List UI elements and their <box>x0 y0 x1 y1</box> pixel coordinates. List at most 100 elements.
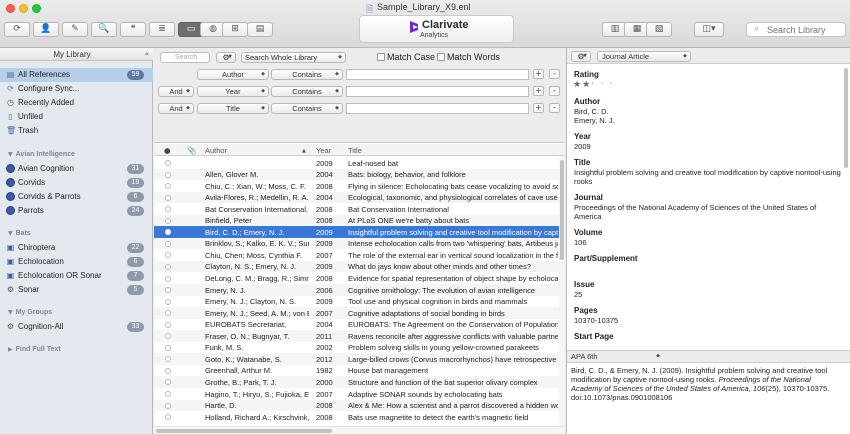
format-bibliography-button[interactable]: ≣ <box>149 22 175 37</box>
search-operator-select[interactable]: Contains ◆ <box>271 103 343 114</box>
add-search-row-button[interactable]: + <box>533 86 544 96</box>
integrated-library-mode-button[interactable]: ⊞ <box>222 22 248 37</box>
table-row[interactable]: Clayton, N. S.; Emery, N. J. 2009 What do … <box>154 260 559 273</box>
field-value[interactable]: Bird, C. D. Emery, N. J. <box>574 107 842 125</box>
table-row[interactable]: Allen, Glover M. 2004 Bats: biology, behav… <box>154 168 559 181</box>
list-horizontal-scrollbar[interactable] <box>154 426 565 434</box>
read-status-icon[interactable] <box>165 298 171 305</box>
search-operator-select[interactable]: Contains ◆ <box>271 86 343 97</box>
read-status-icon[interactable] <box>165 356 171 363</box>
column-header-year[interactable]: Year <box>316 146 331 155</box>
read-status-icon[interactable] <box>165 194 171 201</box>
boolean-operator-select[interactable]: And ◆ <box>158 86 194 97</box>
my-library-header[interactable]: My Library « <box>0 48 153 61</box>
table-row[interactable]: Emery, N. J.; Seed, A. M.; von Bayern, A… <box>154 307 559 319</box>
table-row[interactable]: Hagino, T.; Hiryu, S.; Fujioka, E. 2007 Ad… <box>154 388 559 400</box>
minimize-window-button[interactable] <box>19 4 28 13</box>
group-set-my-groups[interactable]: ▼ My Groups <box>8 309 52 316</box>
list-vertical-scrollbar[interactable] <box>559 156 565 426</box>
sidebar-item-chiroptera[interactable]: ▣ Chiroptera 22 <box>0 241 153 255</box>
sidebar-item-parrots[interactable]: Parrots 24 <box>0 204 153 218</box>
table-row[interactable]: Bird, C. D.; Emery, N. J. 2009 Insightful … <box>154 226 559 238</box>
search-field-select[interactable]: Author ◆ <box>197 69 269 80</box>
add-reference-button[interactable]: 👤 <box>33 22 59 37</box>
reference-panel-scrollbar[interactable] <box>843 65 849 350</box>
star-filled-icon[interactable]: ★ <box>573 80 581 90</box>
library-search-input[interactable] <box>767 24 843 35</box>
find-fulltext-button[interactable]: 🔍 <box>91 22 117 37</box>
star-filled-icon[interactable]: ★ <box>582 80 590 90</box>
sidebar-item-corvids[interactable]: Corvids 19 <box>0 176 153 190</box>
collapse-sidebar-icon[interactable]: « <box>145 50 149 58</box>
read-status-icon[interactable] <box>165 275 171 282</box>
sidebar-item-cognition-all[interactable]: ⚙ Cognition-All 33 <box>0 320 153 334</box>
close-window-button[interactable] <box>6 4 15 13</box>
field-value[interactable]: 106 <box>574 238 842 247</box>
search-options-menu[interactable]: ⚙ ▼ <box>216 52 236 63</box>
search-field-select[interactable]: Title ◆ <box>197 103 269 114</box>
read-status-icon[interactable] <box>165 391 171 397</box>
read-status-icon[interactable] <box>165 379 171 386</box>
search-operator-select[interactable]: Contains ◆ <box>271 69 343 80</box>
read-status-icon[interactable] <box>165 240 171 247</box>
edit-reference-button[interactable]: ✎ <box>62 22 88 37</box>
read-status-icon[interactable] <box>165 183 171 190</box>
sync-button[interactable]: ⟳ <box>4 22 30 37</box>
reference-options-menu[interactable]: ⚙ ▼ <box>571 51 591 62</box>
output-style-select[interactable]: APA 6th ◆ <box>569 352 663 363</box>
field-value[interactable]: Insightful problem solving and creative … <box>574 168 842 186</box>
remove-search-row-button[interactable]: - <box>549 103 560 113</box>
export-button[interactable]: ▤ <box>247 22 273 37</box>
scrollbar-thumb[interactable] <box>844 68 848 168</box>
table-row[interactable]: DeLong, C. M.; Bragg, R.; Simmons, J. A.… <box>154 273 559 285</box>
attachment-column-icon[interactable]: 📎 <box>187 146 196 155</box>
read-status-icon[interactable] <box>165 333 171 340</box>
column-header-title[interactable]: Title <box>348 146 362 155</box>
remove-search-row-button[interactable]: - <box>549 86 560 96</box>
read-status-icon[interactable] <box>165 206 171 213</box>
sidebar-item-corvids-parrots[interactable]: Corvids & Parrots 6 <box>0 190 153 204</box>
add-search-row-button[interactable]: + <box>533 69 544 79</box>
rating-stars[interactable]: ★★· · · <box>573 79 619 90</box>
layout-button[interactable]: ◫▾ <box>694 22 724 37</box>
add-search-row-button[interactable]: + <box>533 103 544 113</box>
search-term-input[interactable] <box>346 86 529 97</box>
search-term-input[interactable] <box>346 69 529 80</box>
insert-citation-button[interactable]: ❝ <box>120 22 146 37</box>
search-field-select[interactable]: Year ◆ <box>197 86 269 97</box>
table-row[interactable]: Bat Conservation International, 2008 Bat C… <box>154 203 559 215</box>
sidebar-item-unfiled[interactable]: ▯ Unfiled <box>0 110 153 124</box>
star-empty-icon[interactable]: · <box>591 79 594 90</box>
table-row[interactable]: Chiu, Chen; Moss, Cynthia F. 2007 The role… <box>154 249 559 261</box>
zoom-window-button[interactable] <box>32 4 41 13</box>
table-row[interactable]: Greenhall, Arthur M. 1982 House bat manage… <box>154 365 559 377</box>
group-set-find-full-text[interactable]: ▶ Find Full Text <box>8 346 61 353</box>
read-status-icon[interactable] <box>165 367 171 374</box>
reference-type-select[interactable]: Journal Article ◆ <box>597 51 691 62</box>
table-row[interactable]: Hartle, D. 2008 Alex & Me: How a scientist… <box>154 399 559 412</box>
boolean-operator-select[interactable]: And ◆ <box>158 103 194 114</box>
read-status-icon[interactable] <box>165 217 171 224</box>
table-row[interactable]: Avila-Flores, R.; Medellin, R. A. 2004 Eco… <box>154 191 559 204</box>
table-row[interactable]: Holland, Richard A.; Kirschvink, J. L. 20… <box>154 411 559 423</box>
scrollbar-thumb[interactable] <box>560 160 564 260</box>
search-term-input[interactable] <box>346 103 529 114</box>
sidebar-item-all-references[interactable]: ▤ All References 59 <box>0 68 153 82</box>
read-status-icon[interactable] <box>165 252 171 259</box>
sidebar-item-echolocation-or-sonar[interactable]: ▣ Echolocation OR Sonar 7 <box>0 269 153 283</box>
table-row[interactable]: Emery, N. J.; Clayton, N. S. 2009 Tool use… <box>154 296 559 308</box>
table-row[interactable]: Goto, K.; Watanabe, S. 2012 Large-billed c… <box>154 353 559 365</box>
read-status-icon[interactable] <box>165 171 171 178</box>
field-value[interactable]: 25 <box>574 290 842 299</box>
quick-search-field[interactable]: Search <box>160 52 210 63</box>
group-set-bats[interactable]: ▼ Bats <box>8 230 31 237</box>
read-status-icon[interactable] <box>165 414 171 421</box>
read-status-icon[interactable] <box>165 263 171 270</box>
field-value[interactable]: Proceedings of the National Academy of S… <box>574 203 842 221</box>
field-value[interactable]: 10370-10375 <box>574 316 842 325</box>
read-status-icon[interactable] <box>165 310 171 317</box>
match-case-checkbox[interactable] <box>377 53 385 61</box>
sidebar-item-recently-added[interactable]: ◷ Recently Added <box>0 96 153 110</box>
column-header-author[interactable]: Author <box>205 146 227 155</box>
table-row[interactable]: 2009 Leaf-nosed bat <box>154 157 559 169</box>
